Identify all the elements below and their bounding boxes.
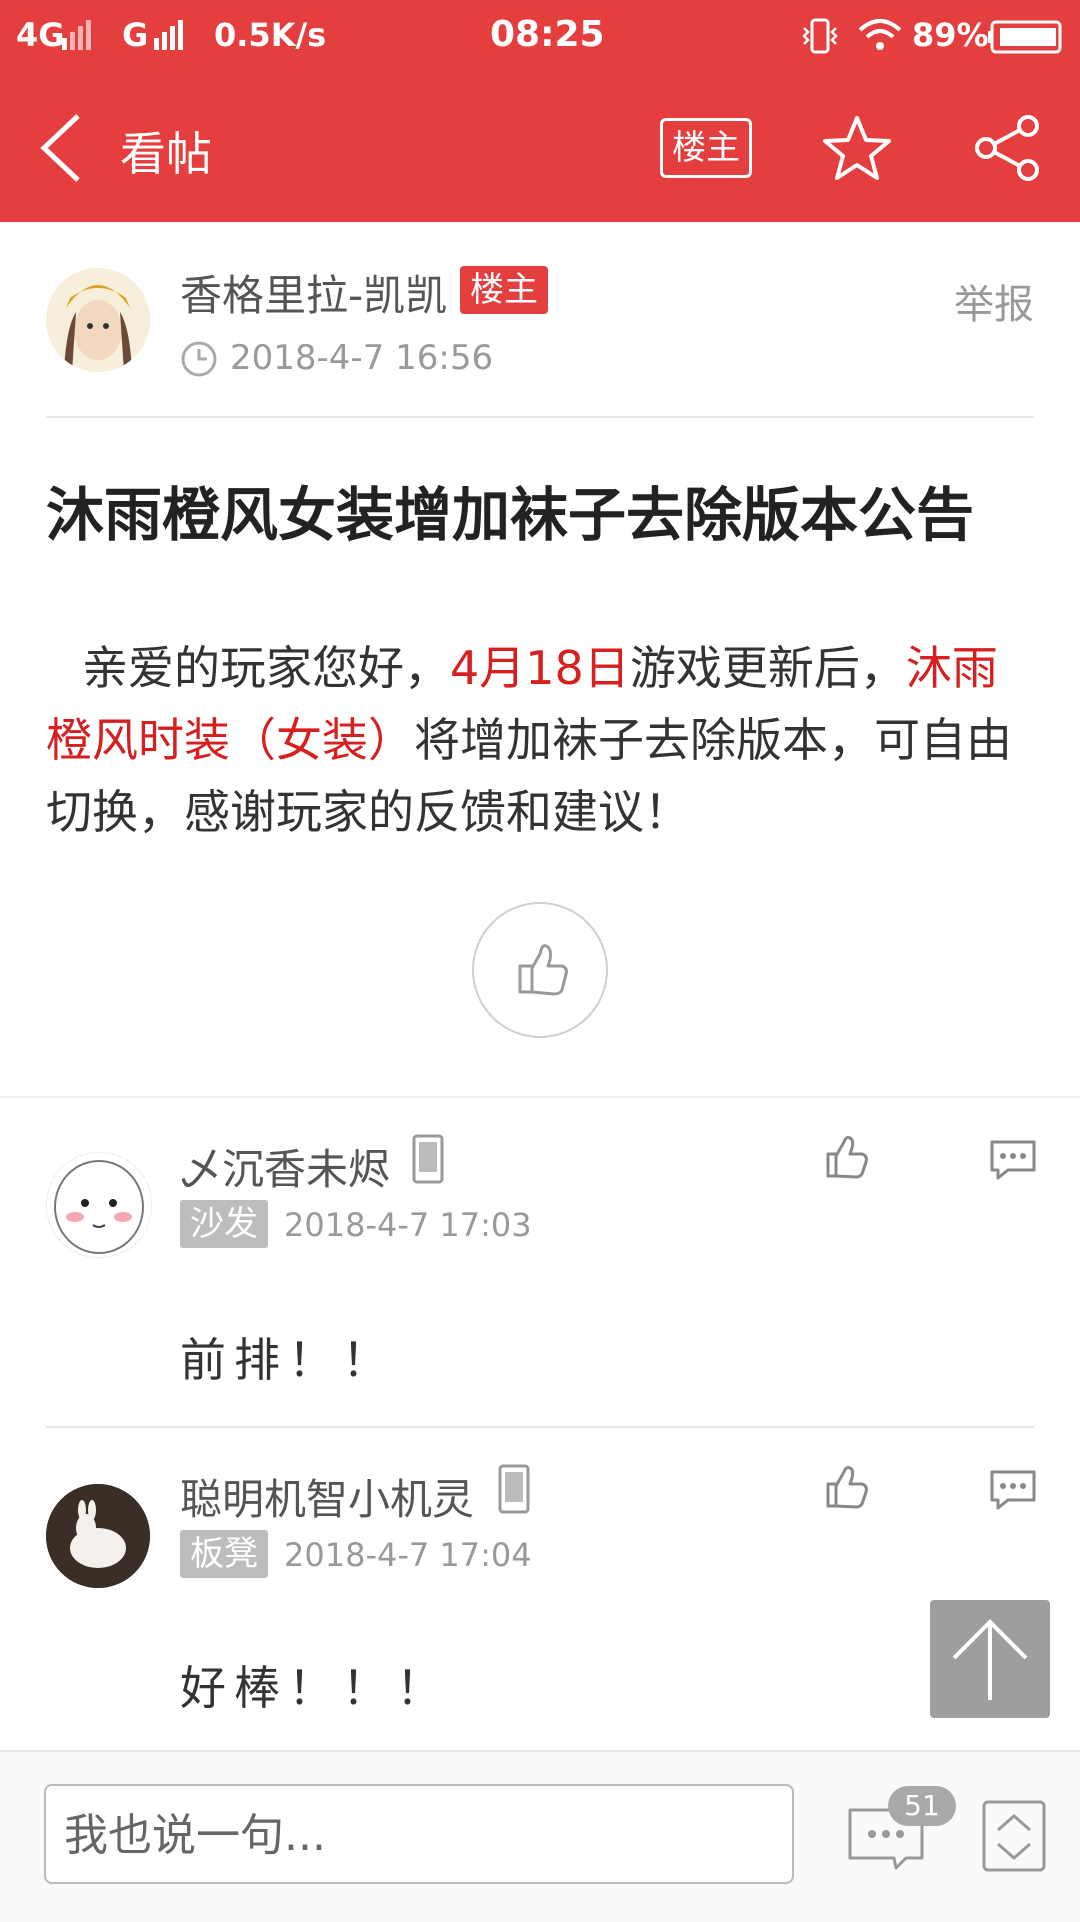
wifi-icon	[858, 19, 902, 50]
vibrate-icon	[802, 18, 838, 54]
comment-text: 好棒！！！	[180, 1661, 450, 1715]
post-body-text: 亲爱的玩家您好，	[82, 641, 450, 695]
back-arrow-icon[interactable]	[34, 112, 86, 184]
mobile-device-icon	[412, 1134, 444, 1184]
comment-avatar[interactable]	[46, 1484, 150, 1588]
post-title: 沐雨橙风女装增加袜子去除版本公告	[46, 481, 975, 549]
comment-count-badge: 51	[888, 1786, 956, 1826]
mobile-device-icon	[498, 1464, 530, 1514]
arrow-up-icon	[952, 1619, 1028, 1700]
comment-time: 2018-4-7 17:04	[284, 1536, 532, 1574]
author-avatar[interactable]	[46, 268, 150, 372]
post-body-text: 游戏更新后，	[629, 641, 906, 695]
divider	[46, 1426, 1034, 1428]
clock-icon	[181, 341, 217, 377]
reply-icon[interactable]	[988, 1468, 1038, 1512]
owner-only-button[interactable]: 楼主	[660, 118, 752, 178]
clock-time: 08:25	[490, 14, 605, 55]
thumbs-up-icon[interactable]	[824, 1134, 870, 1180]
signal-icon	[62, 20, 91, 50]
comment-username[interactable]: 聪明机智小机灵	[180, 1466, 474, 1527]
bottom-bar: 我也说一句... 51	[0, 1750, 1080, 1922]
author-name[interactable]: 香格里拉-凯凯	[180, 262, 447, 323]
share-icon[interactable]	[972, 114, 1042, 182]
signal-icon	[154, 20, 183, 50]
comment-avatar[interactable]	[46, 1152, 152, 1258]
thumbs-up-icon	[518, 944, 568, 996]
report-button[interactable]: 举报	[954, 272, 1034, 330]
network-4g-label: 4G	[16, 16, 65, 54]
scroll-to-top-button[interactable]	[930, 1600, 1050, 1718]
post-time: 2018-4-7 16:56	[230, 338, 494, 378]
reply-icon[interactable]	[988, 1138, 1038, 1182]
network-speed: 0.5K/s	[214, 16, 327, 54]
floor-badge: 沙发	[180, 1200, 268, 1248]
floor-jump-icon[interactable]	[980, 1798, 1048, 1874]
thumbs-up-icon[interactable]	[824, 1464, 870, 1510]
title-bar: 看帖 楼主	[0, 72, 1080, 222]
floor-badge: 板凳	[180, 1530, 268, 1578]
owner-badge: 楼主	[460, 266, 548, 314]
battery-percent: 89%	[912, 16, 989, 54]
comment-time: 2018-4-7 17:03	[284, 1206, 532, 1244]
comment-input[interactable]: 我也说一句...	[44, 1784, 794, 1884]
post-body-highlight: 4月18日	[450, 641, 630, 695]
battery-icon	[988, 20, 1062, 54]
network-g-label: G	[122, 16, 149, 54]
status-bar: 4G G 0.5K/s 08:25 89%	[0, 0, 1080, 72]
star-icon[interactable]	[822, 114, 892, 182]
divider	[46, 416, 1034, 418]
comment-username[interactable]: 乄沉香未烬	[180, 1136, 390, 1197]
comment-text: 前排！！	[180, 1333, 396, 1387]
post-body: 亲爱的玩家您好，4月18日游戏更新后，沐雨橙风时装（女装）将增加袜子去除版本，可…	[46, 632, 1036, 848]
page-title: 看帖	[120, 127, 212, 181]
section-divider	[0, 1096, 1080, 1098]
like-post-button[interactable]	[472, 902, 608, 1038]
